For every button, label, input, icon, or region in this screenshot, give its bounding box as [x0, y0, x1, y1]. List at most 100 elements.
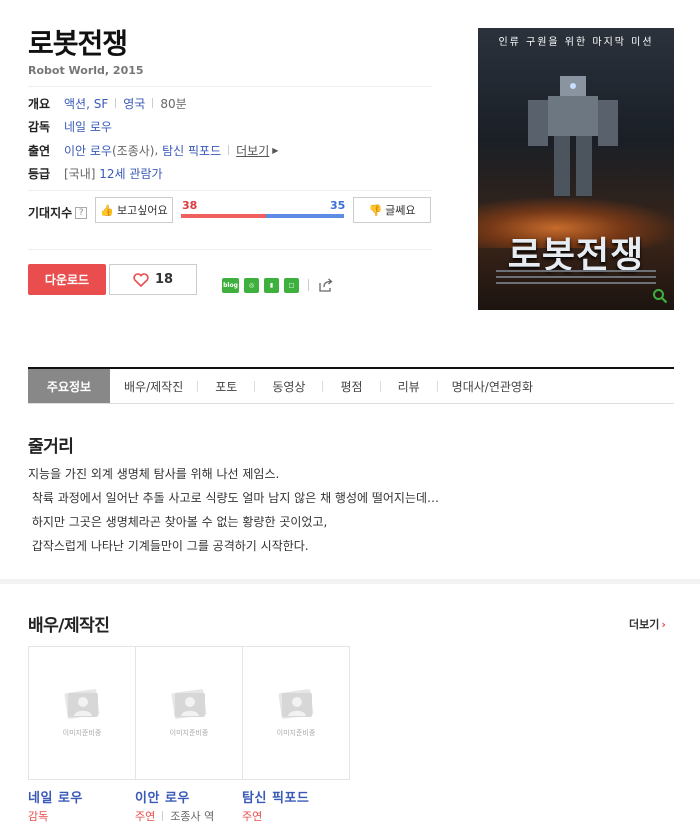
expectation-bar: [181, 214, 344, 218]
divider: [152, 98, 154, 108]
cast1-link[interactable]: 이안 로우: [64, 142, 112, 159]
person-name-link[interactable]: 네일 로우: [28, 787, 83, 806]
person-role: 감독: [28, 808, 48, 824]
thumbs-up-icon: 👍: [100, 203, 115, 217]
caret-right-icon: ▶: [272, 145, 279, 155]
cafe-share-icon[interactable]: ◎: [244, 277, 259, 293]
crew-heading: 배우/제작진: [28, 616, 110, 636]
zoom-icon[interactable]: [652, 288, 668, 304]
image-placeholder-text: 이미지준비중: [276, 729, 316, 737]
info-rating-row: 등급 [국내] 12세 관람가: [28, 165, 163, 181]
dislike-count: 35: [330, 199, 346, 212]
person-placeholder-icon: [171, 689, 207, 719]
divider: [379, 380, 381, 392]
tab-review[interactable]: 리뷰: [398, 369, 420, 403]
synopsis-line: 갑작스럽게 나타난 기계들만이 그를 공격하기 시작한다.: [28, 539, 309, 553]
tab-photo[interactable]: 포토: [215, 369, 237, 403]
genre-link[interactable]: 액션, SF: [64, 95, 108, 112]
person-card[interactable]: 이미지준비중: [242, 646, 350, 780]
not-sure-label: 글쎄요: [385, 204, 416, 217]
synopsis-line: 착륙 과정에서 일어난 추돌 사고로 식량도 얼마 남지 않은 채 행성에 떨어…: [28, 491, 440, 505]
overview-label: 개요: [28, 96, 51, 111]
not-sure-button[interactable]: 👎 글쎄요: [353, 197, 431, 223]
role-label: 주연: [242, 810, 263, 823]
share-icon[interactable]: [318, 277, 334, 293]
person-placeholder-icon: [278, 689, 314, 719]
poster-tagline: 인류 구원을 위한 마지막 미션: [498, 37, 654, 48]
info-overview-row: 개요 액션, SF 영국 80분: [28, 95, 187, 111]
movie-title: 로봇전쟁: [28, 27, 128, 60]
director-link[interactable]: 네일 로우: [64, 118, 112, 135]
want-to-see-button[interactable]: 👍 보고싶어요: [95, 197, 173, 223]
cast-more-link[interactable]: 더보기: [236, 142, 269, 159]
expectation-label-wrap: 기대지수 ?: [28, 204, 88, 221]
divider: [322, 380, 324, 392]
info-cast-row: 출연 이안 로우 (조종사), 탐신 픽포드 더보기 ▶: [28, 142, 278, 158]
robot-illustration: [528, 76, 618, 196]
cast1-role: (조종사): [111, 143, 155, 158]
help-icon[interactable]: ?: [75, 206, 88, 219]
person-card[interactable]: 이미지준비중: [135, 646, 243, 780]
director-label: 감독: [28, 119, 51, 134]
like-heart-button[interactable]: 18: [109, 264, 197, 295]
want-to-see-label: 보고싶어요: [117, 204, 168, 217]
section-divider: [0, 579, 700, 584]
role-label: 주연: [135, 810, 156, 823]
expectation-bar-fill: [181, 214, 266, 218]
character-name: 조종사 역: [170, 810, 215, 823]
info-director-row: 감독 네일 로우: [28, 118, 112, 134]
comma: ,: [154, 143, 159, 157]
divider: [254, 380, 256, 392]
person-name-link[interactable]: 탐신 픽포드: [242, 787, 309, 806]
crew-more-link[interactable]: 더보기 ›: [629, 616, 666, 632]
rating-label: 등급: [28, 166, 51, 181]
person-name-link[interactable]: 이안 로우: [135, 787, 190, 806]
cast-label: 출연: [28, 143, 51, 158]
person-card[interactable]: 이미지준비중: [28, 646, 136, 780]
heart-icon: [133, 272, 149, 287]
image-placeholder-text: 이미지준비중: [169, 729, 209, 737]
memo-share-icon[interactable]: □: [284, 277, 299, 293]
blog-share-icon[interactable]: blog: [222, 277, 239, 293]
movie-poster[interactable]: 인류 구원을 위한 마지막 미션 로봇전쟁: [478, 28, 674, 310]
divider: [228, 145, 230, 155]
divider: [28, 86, 432, 87]
chevron-right-icon: ›: [661, 618, 666, 631]
divider: [115, 98, 117, 108]
divider: [197, 380, 199, 392]
divider: [28, 190, 432, 191]
share-bar: blog ◎ ▮ □: [222, 277, 334, 293]
crew-more-label: 더보기: [629, 618, 660, 631]
download-button[interactable]: 다운로드: [28, 264, 106, 295]
divider: [28, 249, 432, 250]
rating-link[interactable]: 12세 관람가: [99, 165, 162, 182]
tab-rating[interactable]: 평점: [340, 369, 362, 403]
like-count: 38: [182, 199, 198, 212]
tab-video[interactable]: 동영상: [272, 369, 305, 403]
synopsis-text: 지능을 가진 외계 생명체 탐사를 위해 나선 제임스. 착륙 과정에서 일어난…: [28, 462, 439, 558]
poster-credits: [496, 270, 656, 292]
person-placeholder-icon: [64, 689, 100, 719]
role-label: 감독: [28, 810, 49, 823]
rating-prefix: [국내]: [64, 166, 96, 181]
synopsis-line: 하지만 그곳은 생명체라곤 찾아볼 수 없는 황량한 곳이었고,: [28, 515, 328, 529]
movie-subtitle: Robot World, 2015: [28, 64, 144, 77]
divider: [308, 279, 309, 291]
tab-main-info[interactable]: 주요정보: [28, 369, 110, 403]
person-role: 주연: [242, 808, 262, 824]
synopsis-heading: 줄거리: [28, 437, 74, 457]
heart-count: 18: [154, 272, 174, 287]
image-placeholder-text: 이미지준비중: [62, 729, 102, 737]
person-role: 주연 조종사 역: [135, 808, 214, 824]
country-link[interactable]: 영국: [123, 95, 145, 112]
tab-cast-crew[interactable]: 배우/제작진: [124, 369, 183, 403]
content-tabs: 주요정보 배우/제작진 포토 동영상 평점 리뷰 명대사/연관영화: [28, 367, 674, 404]
divider: [162, 811, 164, 821]
expectation-label: 기대지수: [28, 206, 73, 220]
runtime-text: 80분: [160, 96, 187, 111]
divider: [436, 380, 438, 392]
cast2-link[interactable]: 탐신 픽포드: [162, 142, 221, 159]
bookmark-share-icon[interactable]: ▮: [264, 277, 279, 293]
tab-quotes-related[interactable]: 명대사/연관영화: [452, 369, 533, 403]
synopsis-line: 지능을 가진 외계 생명체 탐사를 위해 나선 제임스.: [28, 467, 280, 481]
